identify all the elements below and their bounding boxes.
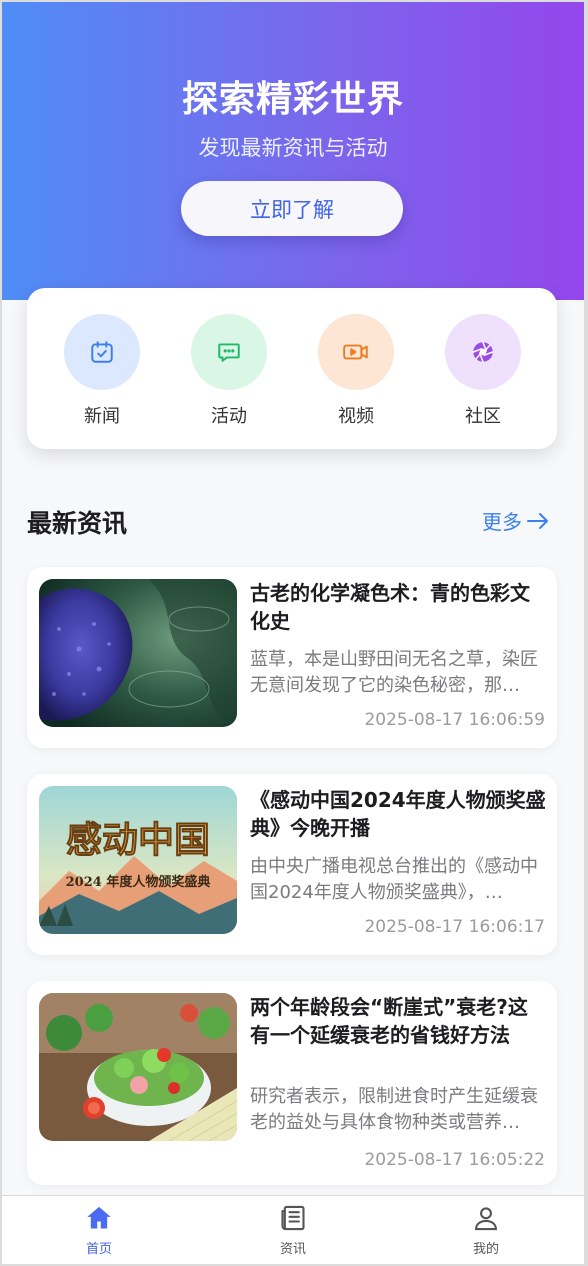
home-icon [87, 1206, 111, 1229]
tab-profile[interactable]: 我的 [446, 1204, 526, 1257]
more-link[interactable]: 更多 [482, 506, 550, 535]
salad-photo [39, 993, 237, 1141]
chat-bubble-icon [218, 343, 240, 362]
poster-title: 感动中国 [66, 819, 210, 861]
category-panel: 新闻 活动 视频 社区 [27, 288, 557, 449]
tab-label: 首页 [85, 1242, 112, 1257]
app-screen: 探索精彩世界 发现最新资讯与活动 立即了解 新闻 活动 视频 社区 最新资讯 更… [2, 2, 584, 1264]
hero-subtitle: 发现最新资讯与活动 [198, 136, 388, 160]
category-label: 活动 [211, 406, 247, 427]
tab-label: 资讯 [279, 1242, 306, 1257]
tab-news[interactable]: 资讯 [253, 1204, 333, 1257]
indigo-dye-photo [39, 579, 237, 727]
news-timestamp: 2025-08-17 16:06:17 [364, 917, 545, 937]
news-card[interactable]: 两个年龄段会“断崖式”衰老?这有一个延缓衰老的省钱好方法 研究者表示，限制进食时… [27, 981, 557, 1185]
user-icon [475, 1207, 497, 1231]
calendar-check-icon [91, 341, 113, 363]
video-camera-icon [343, 344, 368, 360]
news-thumbnail-ceremony: 感动中国 2024 年度人物颁奖盛典 [39, 786, 237, 934]
news-title: 两个年龄段会“断崖式”衰老?这有一个延缓衰老的省钱好方法 [250, 995, 528, 1047]
news-list-icon [281, 1205, 305, 1231]
arrow-right-icon [527, 512, 548, 529]
hero-title: 探索精彩世界 [181, 79, 404, 120]
category-icon-circle [64, 314, 140, 390]
category-icon-circle [191, 314, 267, 390]
category-label: 视频 [338, 406, 374, 427]
section-title: 最新资讯 [27, 509, 128, 538]
news-timestamp: 2025-08-17 16:06:59 [364, 710, 545, 730]
category-icon-circle [318, 314, 394, 390]
tab-home[interactable]: 首页 [59, 1204, 139, 1257]
category-activity[interactable]: 活动 [191, 314, 267, 428]
bottom-tab-bar: 首页 资讯 我的 [2, 1195, 584, 1264]
tab-label: 我的 [472, 1242, 499, 1257]
news-timestamp: 2025-08-17 16:05:22 [364, 1150, 545, 1170]
category-label: 社区 [465, 406, 501, 427]
category-video[interactable]: 视频 [318, 314, 394, 428]
ceremony-poster: 感动中国 2024 年度人物颁奖盛典 [39, 786, 237, 934]
news-description: 由中央广播电视总台推出的《感动中国2024年度人物颁奖盛典》，… [250, 856, 538, 903]
poster-subtitle: 2024 年度人物颁奖盛典 [66, 874, 211, 890]
news-thumbnail-indigo [39, 579, 237, 727]
aperture-icon [472, 341, 494, 363]
learn-more-button[interactable]: 立即了解 [181, 181, 403, 236]
category-news[interactable]: 新闻 [64, 314, 140, 428]
category-label: 新闻 [84, 406, 120, 427]
news-title: 《感动中国2024年度人物颁奖盛典》今晚开播 [250, 788, 546, 840]
more-label: 更多 [482, 510, 522, 534]
news-thumbnail-salad [39, 993, 237, 1141]
category-community[interactable]: 社区 [445, 314, 521, 428]
news-description: 蓝草，本是山野田间无名之草，染匠无意间发现了它的染色秘密，那… [250, 649, 538, 696]
category-icon-circle [445, 314, 521, 390]
news-card[interactable]: 感动中国 2024 年度人物颁奖盛典 《感动中国2024年度人物颁奖盛典》今晚开… [27, 774, 557, 955]
news-description: 研究者表示，限制进食时产生延缓衰老的益处与具体食物种类或营养… [250, 1086, 538, 1133]
news-card[interactable]: 古老的化学凝色术：青的色彩文化史 蓝草，本是山野田间无名之草，染匠无意间发现了它… [27, 567, 557, 748]
news-title: 古老的化学凝色术：青的色彩文化史 [250, 581, 530, 633]
hero-banner: 探索精彩世界 发现最新资讯与活动 立即了解 [2, 2, 584, 300]
